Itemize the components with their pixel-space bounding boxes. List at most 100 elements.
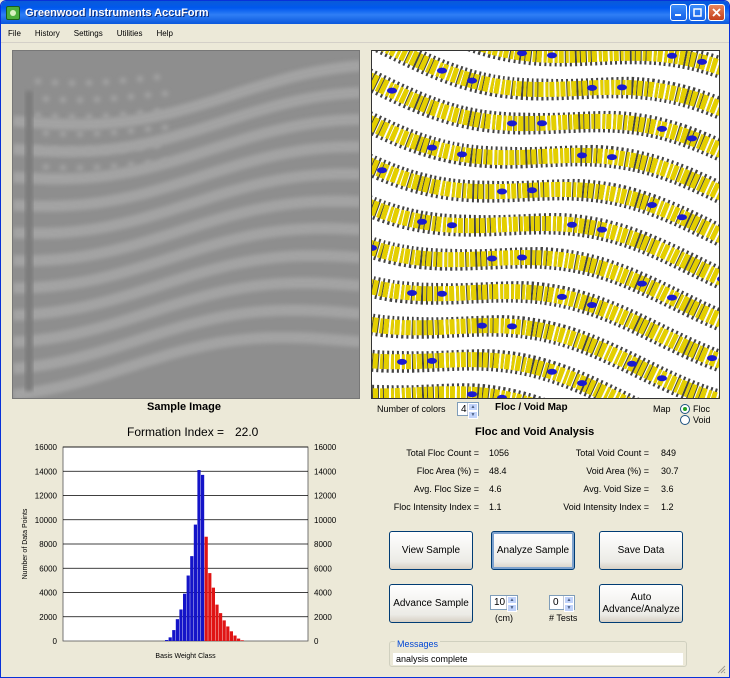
map-dense-floc — [517, 254, 527, 261]
tests-value: 0 — [553, 597, 559, 608]
histogram-bar — [229, 631, 233, 641]
view-sample-button[interactable]: View Sample — [389, 531, 473, 570]
flag-star — [161, 90, 169, 97]
flag-star — [42, 163, 50, 171]
histogram-bar — [179, 609, 183, 641]
histogram-bar — [219, 613, 223, 641]
map-dense-floc — [667, 52, 677, 59]
y-tick-label-right: 8000 — [314, 540, 332, 549]
minimize-button[interactable] — [670, 4, 687, 21]
map-dense-floc — [647, 201, 657, 208]
map-dense-floc — [427, 144, 437, 151]
map-dense-floc — [587, 302, 597, 309]
map-dense-floc — [477, 322, 487, 329]
spin-up-icon[interactable]: ▲ — [468, 403, 478, 411]
map-void-radio[interactable] — [680, 415, 690, 425]
menu-help[interactable]: Help — [149, 24, 179, 43]
flag-star — [76, 96, 84, 104]
map-dense-floc — [437, 67, 447, 74]
distance-up-icon[interactable]: ▲ — [507, 596, 517, 604]
histogram-bar — [215, 604, 219, 641]
flag-star — [119, 145, 127, 152]
flag-star — [34, 112, 42, 119]
map-floc-radio[interactable] — [680, 404, 690, 414]
histogram-bar — [237, 638, 241, 641]
histogram-bar — [204, 536, 208, 641]
map-dense-floc — [687, 135, 697, 142]
flag-star — [85, 113, 93, 120]
tests-up-icon[interactable]: ▲ — [564, 596, 574, 604]
floc-intensity-value: 1.1 — [489, 502, 502, 512]
map-dense-floc — [417, 218, 427, 225]
formation-index-label: Formation Index = — [127, 425, 225, 439]
advance-distance-spinner[interactable]: 10 ▲ ▼ — [490, 595, 518, 612]
analyze-sample-button[interactable]: Analyze Sample — [491, 531, 575, 570]
flag-star — [102, 112, 110, 120]
flag-star — [127, 93, 135, 100]
flag-star — [136, 143, 144, 151]
histogram-bar — [175, 619, 179, 641]
auto-button-line1: Auto — [630, 591, 652, 603]
tests-label: # Tests — [549, 613, 578, 623]
histogram-bar — [208, 573, 212, 641]
map-floc-label: Floc — [693, 404, 711, 414]
map-dense-floc — [507, 323, 517, 330]
flag-star — [161, 124, 169, 131]
floc-void-map-label: Floc / Void Map — [495, 402, 568, 413]
histogram-bar — [240, 640, 244, 641]
map-dense-floc — [557, 293, 567, 300]
histogram-bar — [226, 626, 230, 641]
title-bar[interactable]: Greenwood Instruments AccuForm — [1, 1, 729, 24]
menu-utilities[interactable]: Utilities — [110, 24, 150, 43]
map-dense-floc — [677, 214, 687, 221]
avg-void-size-value: 3.6 — [661, 484, 674, 494]
advance-distance-unit: (cm) — [495, 613, 513, 623]
sample-image — [12, 50, 360, 399]
histogram-bar — [165, 640, 169, 641]
y-tick-label-right: 0 — [314, 637, 319, 646]
menu-file[interactable]: File — [1, 24, 28, 43]
menu-history[interactable]: History — [28, 24, 67, 43]
y-tick-label-left: 4000 — [39, 589, 57, 598]
y-tick-label-right: 6000 — [314, 564, 332, 573]
y-tick-label-left: 16000 — [35, 443, 58, 452]
map-dense-floc — [577, 152, 587, 159]
map-dense-floc — [637, 280, 647, 287]
histogram-bar — [222, 620, 226, 641]
void-area-value: 30.7 — [661, 466, 679, 476]
map-void-label: Void — [693, 415, 711, 425]
y-axis-label: Number of Data Points — [22, 508, 29, 579]
tests-down-icon[interactable]: ▼ — [564, 604, 574, 612]
y-tick-label-right: 12000 — [314, 492, 337, 501]
avg-floc-size-value: 4.6 — [489, 484, 502, 494]
map-dense-floc — [537, 120, 547, 127]
y-tick-label-left: 2000 — [39, 613, 57, 622]
advance-sample-button[interactable]: Advance Sample — [389, 584, 473, 623]
total-void-count-value: 849 — [661, 448, 677, 458]
messages-group: Messages analysis complete — [389, 639, 687, 667]
flag-star — [153, 142, 161, 149]
spin-down-icon[interactable]: ▼ — [468, 411, 478, 419]
y-tick-label-right: 4000 — [314, 589, 332, 598]
y-tick-label-right: 14000 — [314, 467, 337, 476]
distance-down-icon[interactable]: ▼ — [507, 604, 517, 612]
menu-settings[interactable]: Settings — [67, 24, 110, 43]
histogram-bar — [211, 587, 215, 641]
number-of-colors-spinner[interactable]: 4 ▲ ▼ — [457, 402, 479, 419]
window-title: Greenwood Instruments AccuForm — [25, 6, 209, 19]
resize-grip-icon[interactable] — [716, 664, 726, 674]
map-dense-floc — [587, 84, 597, 91]
flag-star — [136, 109, 144, 117]
flag-star — [68, 113, 76, 121]
auto-advance-analyze-button[interactable]: Auto Advance/Analyze — [599, 584, 683, 623]
maximize-button[interactable] — [689, 4, 706, 21]
auto-button-line2: Advance/Analyze — [602, 603, 680, 615]
close-button[interactable] — [708, 4, 725, 21]
flag-star — [153, 108, 161, 115]
tests-spinner[interactable]: 0 ▲ ▼ — [549, 595, 575, 612]
flag-star — [136, 75, 144, 83]
map-dense-floc — [627, 360, 637, 367]
save-data-button[interactable]: Save Data — [599, 531, 683, 570]
histogram-bar — [186, 575, 190, 641]
map-dense-floc — [507, 120, 517, 127]
